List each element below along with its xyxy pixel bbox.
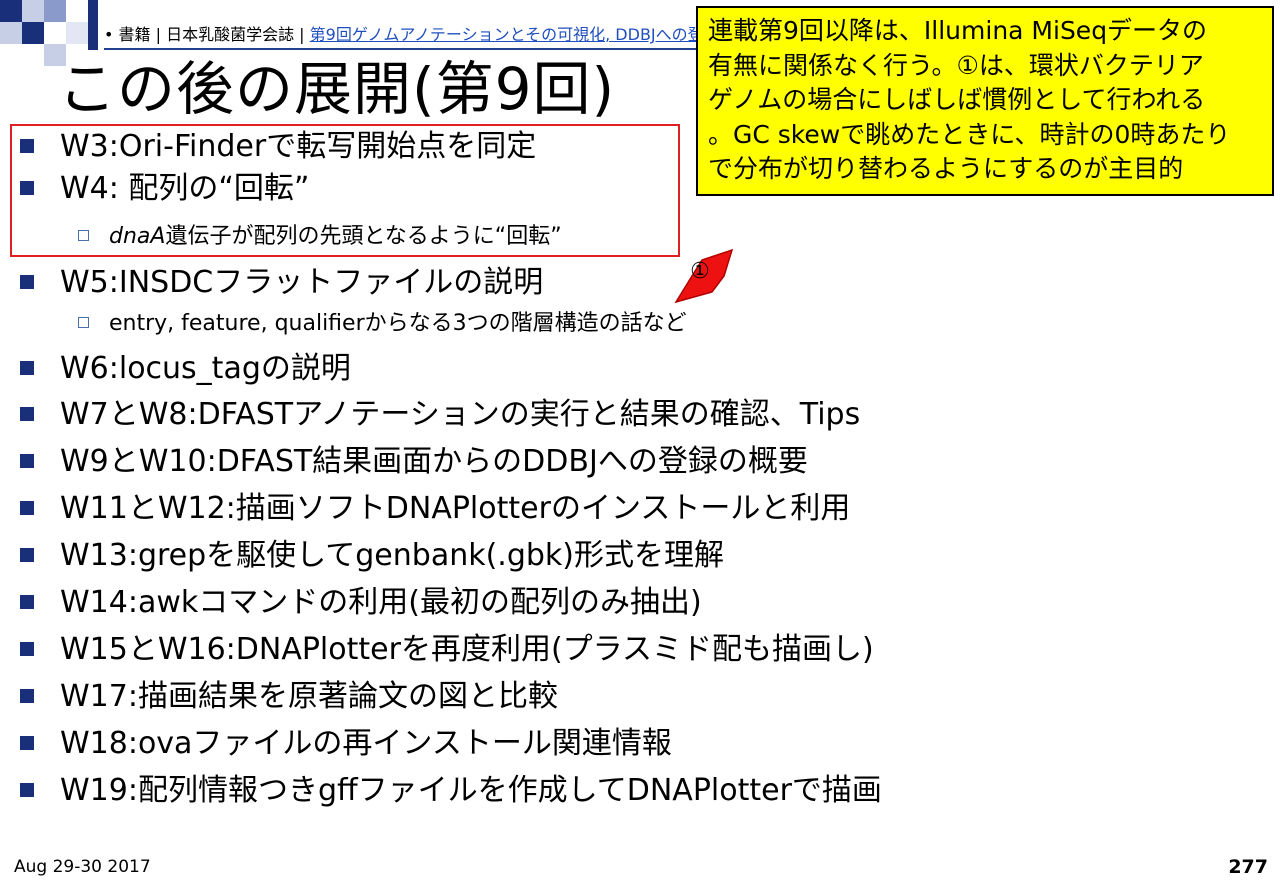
reference-bar: • 書籍 | 日本乳酸菌学会誌 | 第9回ゲノムアノテーションとその可視化, D… — [104, 22, 704, 50]
list-item: W14:awkコマンドの利用(最初の配列のみ抽出) — [20, 584, 702, 622]
note-line: ゲノムの場合にしばしば慣例として行われる — [708, 85, 1206, 114]
list-item: W15とW16:DNAPlotterを再度利用(プラスミド配も描画し) — [20, 631, 874, 669]
note-line: 連載第9回以降は、Illumina MiSeqデータの — [708, 16, 1208, 45]
list-item-text: W14:awkコマンドの利用(最初の配列のみ抽出) — [60, 585, 702, 620]
slide-title: この後の展開(第9回) — [58, 55, 616, 123]
square-bullet-icon — [20, 138, 34, 153]
list-item: W3:Ori-Finderで転写開始点を同定 — [20, 128, 536, 166]
list-item-text: entry, feature, qualifierからなる3つの階層構造の話など — [109, 311, 687, 336]
list-item-text: W11とW12:描画ソフトDNAPlotterのインストールと利用 — [60, 491, 851, 526]
square-bullet-icon — [20, 406, 34, 421]
square-bullet-icon — [20, 360, 34, 375]
list-item: W18:ovaファイルの再インストール関連情報 — [20, 725, 672, 763]
square-bullet-icon — [20, 274, 34, 289]
note-line: 有無に関係なく行う。①は、環状バクテリア — [708, 50, 1204, 80]
note-line: 。GC skewで眺めたときに、時計の0時あたり — [708, 119, 1231, 149]
callout-label: ① — [690, 259, 710, 284]
square-bullet-icon — [20, 500, 34, 515]
note-line: で分布が切り替わるようにするのが主目的 — [708, 154, 1184, 183]
square-bullet-icon — [20, 688, 34, 703]
list-item-text: W15とW16:DNAPlotterを再度利用(プラスミド配も描画し) — [60, 632, 874, 667]
list-item-text: W19:配列情報つきgffファイルを作成してDNAPlotterで描画 — [60, 773, 882, 808]
list-item-text: W7とW8:DFASTアノテーションの実行と結果の確認、Tips — [60, 397, 861, 432]
gene-name: dnaA — [109, 224, 166, 249]
list-item-text: W6:locus_tagの説明 — [60, 351, 351, 386]
list-item-text: W5:INSDCフラットファイルの説明 — [60, 265, 544, 300]
square-bullet-icon — [20, 453, 34, 468]
list-item: W5:INSDCフラットファイルの説明 — [20, 264, 543, 302]
list-item: W19:配列情報つきgffファイルを作成してDNAPlotterで描画 — [20, 772, 882, 810]
list-item-text: W17:描画結果を原著論文の図と比較 — [60, 679, 558, 714]
square-bullet-icon — [20, 641, 34, 656]
reference-prefix: 書籍 | 日本乳酸菌学会誌 | — [118, 25, 310, 44]
list-item-text: W3:Ori-Finderで転写開始点を同定 — [60, 129, 537, 164]
list-item-text: W4: 配列の“回転” — [60, 171, 310, 206]
square-bullet-icon — [20, 735, 34, 750]
list-item-text: W18:ovaファイルの再インストール関連情報 — [60, 726, 672, 761]
sub-list-item: entry, feature, qualifierからなる3つの階層構造の話など — [78, 309, 687, 339]
list-item: W9とW10:DFAST結果画面からのDDBJへの登録の概要 — [20, 443, 808, 481]
list-item: W7とW8:DFASTアノテーションの実行と結果の確認、Tips — [20, 396, 860, 434]
list-item: W17:描画結果を原著論文の図と比較 — [20, 678, 558, 716]
reference-bullet: • — [104, 25, 114, 44]
square-bullet-icon — [20, 547, 34, 562]
page-number: 277 — [1228, 856, 1268, 878]
sub-list-item: dnaA遺伝子が配列の先頭となるように“回転” — [78, 222, 562, 252]
hollow-square-bullet-icon — [78, 316, 89, 328]
square-bullet-icon — [20, 782, 34, 797]
hollow-square-bullet-icon — [78, 229, 89, 241]
square-bullet-icon — [20, 180, 34, 195]
list-item: W13:grepを駆使してgenbank(.gbk)形式を理解 — [20, 537, 724, 575]
list-item-text: W13:grepを駆使してgenbank(.gbk)形式を理解 — [60, 538, 724, 573]
reference-link[interactable]: 第9回ゲノムアノテーションとその可視化, DDBJへの登録 — [310, 25, 704, 44]
list-item: W6:locus_tagの説明 — [20, 350, 351, 388]
list-item-text: W9とW10:DFAST結果画面からのDDBJへの登録の概要 — [60, 444, 808, 479]
footer-date: Aug 29-30 2017 — [14, 857, 151, 877]
note-box: 連載第9回以降は、Illumina MiSeqデータの 有無に関係なく行う。①は… — [696, 6, 1274, 196]
list-item: W4: 配列の“回転” — [20, 170, 309, 208]
list-item-text: 遺伝子が配列の先頭となるように“回転” — [165, 224, 562, 249]
square-bullet-icon — [20, 594, 34, 609]
list-item: W11とW12:描画ソフトDNAPlotterのインストールと利用 — [20, 490, 850, 528]
